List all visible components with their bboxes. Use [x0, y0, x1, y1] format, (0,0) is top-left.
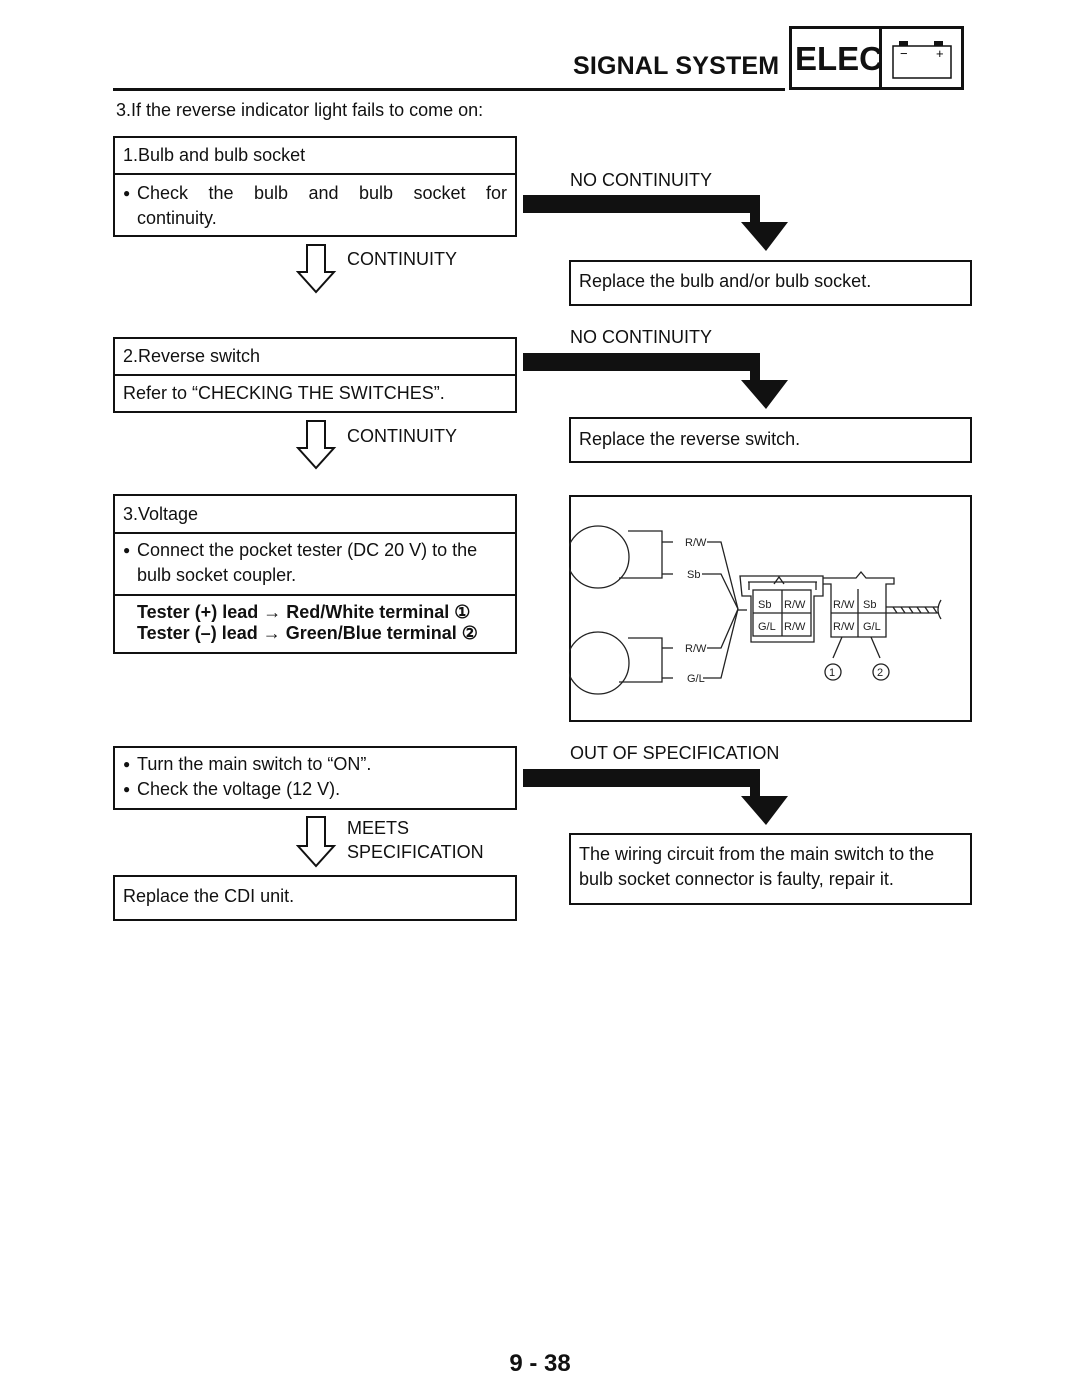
coupler-pin-label: G/L — [863, 621, 881, 633]
step4-fail-action-line2: bulb socket connector is faulty, repair … — [579, 869, 894, 889]
step4-pass-action: Replace the CDI unit. — [113, 875, 517, 921]
callout-1: 1 — [829, 667, 835, 679]
step4-fail-action: The wiring circuit from the main switch … — [569, 833, 972, 905]
step3-title: 3.Voltage — [115, 496, 515, 534]
step4-fail-label: OUT OF SPECIFICATION — [570, 743, 780, 763]
step2-pass-label: CONTINUITY — [347, 426, 457, 446]
step1-bullet-line2: continuity. — [137, 208, 217, 228]
battery-icon: − + — [892, 41, 952, 79]
bullet-dot: ● — [123, 186, 131, 200]
step4-bullet-line1: Turn the main switch to “ON”. — [137, 754, 372, 774]
step4-pass-label-line2: SPECIFICATION — [347, 842, 484, 862]
wire-label: R/W — [685, 537, 707, 549]
bullet-dot: ● — [123, 757, 131, 771]
step3-bullet-line1: Connect the pocket tester (DC 20 V) to t… — [137, 540, 478, 560]
step4-bullet-line2: Check the voltage (12 V). — [137, 779, 341, 799]
step2-note: Refer to “CHECKING THE SWITCHES”. — [123, 383, 445, 403]
continuity-arrow-icon — [296, 244, 337, 294]
step2-box: 2.Reverse switch Refer to “CHECKING THE … — [113, 337, 517, 413]
battery-plus-label: + — [936, 46, 944, 61]
step1-fail-label: NO CONTINUITY — [570, 170, 712, 190]
chapter-tag: ELEC — [795, 40, 884, 77]
tester-plus-line: Tester (+) lead → Red/White terminal ① — [137, 602, 471, 622]
step3-bullet-line2: bulb socket coupler. — [137, 565, 297, 585]
wiring-diagram: R/W Sb R/W G/L Sb R/W G/L R/W R/W Sb R/W… — [569, 495, 972, 722]
fail-arrow-icon — [523, 353, 788, 409]
step1-bullet-line1: Check the bulb and bulb socket for — [137, 183, 507, 203]
section-title: SIGNAL SYSTEM — [573, 52, 780, 80]
step3-box: 3.Voltage ● Connect the pocket tester (DC… — [113, 494, 517, 654]
wire-label: R/W — [685, 643, 707, 655]
step4-pass-label-line1: MEETS — [347, 818, 410, 838]
header-rule — [113, 88, 785, 91]
meets-spec-arrow-icon — [296, 816, 337, 868]
coupler-pin-label: R/W — [784, 621, 806, 633]
coupler-pin-label: Sb — [863, 599, 876, 611]
step2-fail-label: NO CONTINUITY — [570, 327, 712, 347]
step2-title: 2.Reverse switch — [115, 339, 515, 376]
fail-arrow-icon — [523, 769, 788, 825]
step1-pass-label: CONTINUITY — [347, 249, 457, 269]
step4-fail-action-line1: The wiring circuit from the main switch … — [579, 844, 935, 864]
page-number: 9 - 38 — [509, 1350, 571, 1377]
coupler-pin-label: G/L — [758, 621, 776, 633]
coupler-pin-label: R/W — [833, 621, 855, 633]
step1-title: 1.Bulb and bulb socket — [115, 138, 515, 175]
battery-minus-label: − — [900, 46, 908, 61]
fail-arrow-icon — [523, 195, 788, 251]
coupler-pin-label: R/W — [833, 599, 855, 611]
tester-minus-line: Tester (–) lead → Green/Blue terminal ② — [137, 623, 478, 643]
callout-2: 2 — [877, 667, 883, 679]
coupler-pin-label: R/W — [784, 599, 806, 611]
step1-fail-action: Replace the bulb and/or bulb socket. — [569, 260, 972, 306]
intro-text: 3.If the reverse indicator light fails t… — [116, 100, 484, 120]
step1-box: 1.Bulb and bulb socket ● Check the bulb a… — [113, 136, 517, 237]
step4-box: ● Turn the main switch to “ON”. ● Check th… — [113, 746, 517, 810]
bullet-dot: ● — [123, 543, 131, 557]
continuity-arrow-icon — [296, 420, 337, 470]
wire-label: G/L — [687, 673, 705, 685]
coupler-pin-label: Sb — [758, 599, 771, 611]
step2-fail-action: Replace the reverse switch. — [569, 417, 972, 463]
wire-label: Sb — [687, 569, 700, 581]
bullet-dot: ● — [123, 782, 131, 796]
